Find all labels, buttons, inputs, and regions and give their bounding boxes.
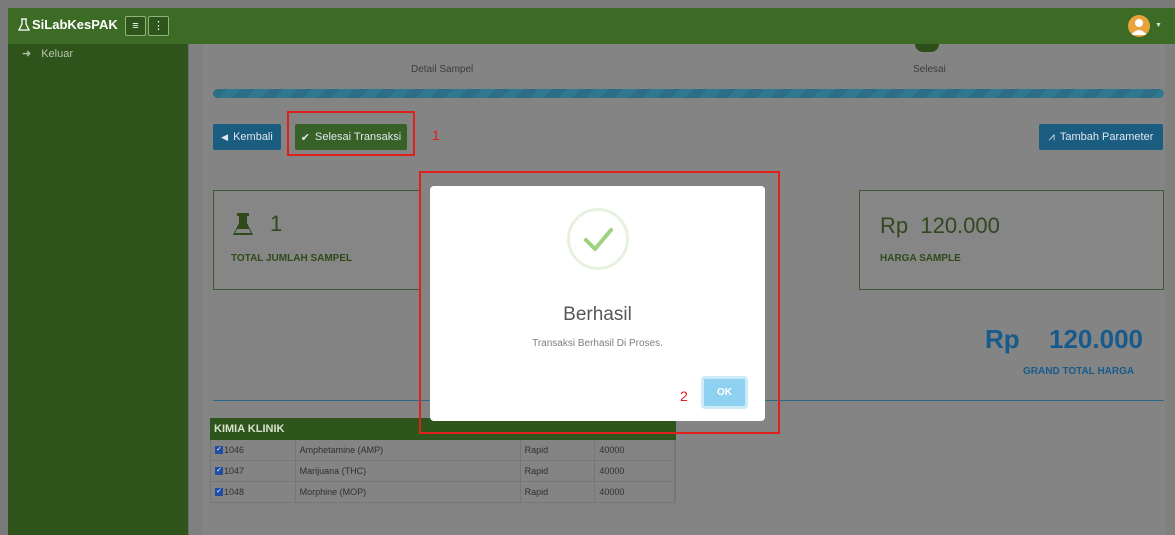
total-samples-value: 1: [270, 211, 283, 236]
highlight-box-1: [287, 111, 415, 156]
table-cell-name: Morphine (MOP): [296, 482, 521, 502]
highlight-box-2: [419, 171, 780, 434]
table-cell-price: 40000: [595, 440, 675, 460]
table-cell-price: 40000: [595, 461, 675, 481]
back-button[interactable]: ◀ Kembali: [213, 124, 281, 150]
vertical-dots-icon: ⋮: [153, 20, 164, 32]
add-parameter-button[interactable]: ⩘ Tambah Parameter: [1039, 124, 1163, 150]
sidebar: ➜ Keluar: [8, 44, 188, 535]
table-body: ✓ 1046 Amphetamine (AMP) Rapid 40000 ✓ 104…: [210, 440, 676, 503]
row-code: 1046: [224, 445, 245, 455]
progress-bar: [213, 89, 1164, 98]
more-options-button[interactable]: ⋮: [148, 16, 169, 36]
sample-price-caption: HARGA SAMPLE: [880, 253, 961, 264]
menu-toggle-button[interactable]: ≡: [125, 16, 146, 36]
grand-total-value: 120.000: [1049, 324, 1143, 354]
sign-out-icon: ➜: [22, 48, 32, 60]
step-marker-current: [915, 44, 939, 52]
table-cell-code[interactable]: ✓ 1047: [211, 461, 296, 481]
sidebar-item-label: Keluar: [41, 47, 74, 60]
back-button-label: Kembali: [233, 131, 273, 143]
row-code: 1047: [224, 466, 245, 476]
sidebar-item-keluar[interactable]: ➜ Keluar: [22, 47, 74, 61]
grand-total-caption: GRAND TOTAL HARGA: [1023, 366, 1135, 377]
annotation-number-2: 2: [680, 388, 688, 404]
table-cell-method: Rapid: [521, 482, 596, 502]
total-samples-card: 1 TOTAL JUMLAH SAMPEL: [213, 190, 421, 290]
flask-icon: [18, 17, 30, 31]
top-bar: SiLabKesPAK ≡ ⋮ ▼: [8, 8, 1175, 44]
bars-icon: ≡: [132, 20, 139, 32]
total-samples-caption: TOTAL JUMLAH SAMPEL: [231, 253, 353, 264]
checkbox-checked-icon[interactable]: ✓: [215, 488, 223, 496]
flask-icon: [233, 213, 253, 235]
table-row: ✓ 1047 Marijuana (THC) Rapid 40000: [210, 461, 676, 482]
table-cell-name: Marijuana (THC): [296, 461, 521, 481]
step-label-selesai: Selesai: [913, 64, 946, 75]
sample-price-value: Rp 120.000: [880, 213, 1000, 238]
table-cell-price: 40000: [595, 482, 675, 502]
table-cell-method: Rapid: [521, 440, 596, 460]
arrow-left-circle-icon: ◀: [221, 131, 229, 142]
user-avatar-icon[interactable]: [1128, 15, 1150, 37]
sample-price-card: Rp 120.000 HARGA SAMPLE: [859, 190, 1164, 290]
table-row: ✓ 1046 Amphetamine (AMP) Rapid 40000: [210, 440, 676, 461]
table-cell-method: Rapid: [521, 461, 596, 481]
chevron-down-icon[interactable]: ▼: [1155, 22, 1162, 29]
checkbox-checked-icon[interactable]: ✓: [215, 467, 223, 475]
row-code: 1048: [224, 487, 245, 497]
add-parameter-label: Tambah Parameter: [1059, 131, 1154, 143]
checkbox-checked-icon[interactable]: ✓: [215, 446, 223, 454]
step-label-detail: Detail Sampel: [411, 64, 474, 75]
table-cell-code[interactable]: ✓ 1046: [211, 440, 296, 460]
app-name: SiLabKesPAK: [32, 17, 118, 32]
table-cell-code[interactable]: ✓ 1048: [211, 482, 296, 502]
chart-line-icon: ⩘: [1048, 130, 1055, 143]
table-cell-name: Amphetamine (AMP): [296, 440, 521, 460]
grand-total-currency: Rp: [985, 324, 1020, 354]
brand[interactable]: SiLabKesPAK: [18, 17, 118, 32]
table-row: ✓ 1048 Morphine (MOP) Rapid 40000: [210, 482, 676, 503]
annotation-number-1: 1: [432, 127, 440, 143]
